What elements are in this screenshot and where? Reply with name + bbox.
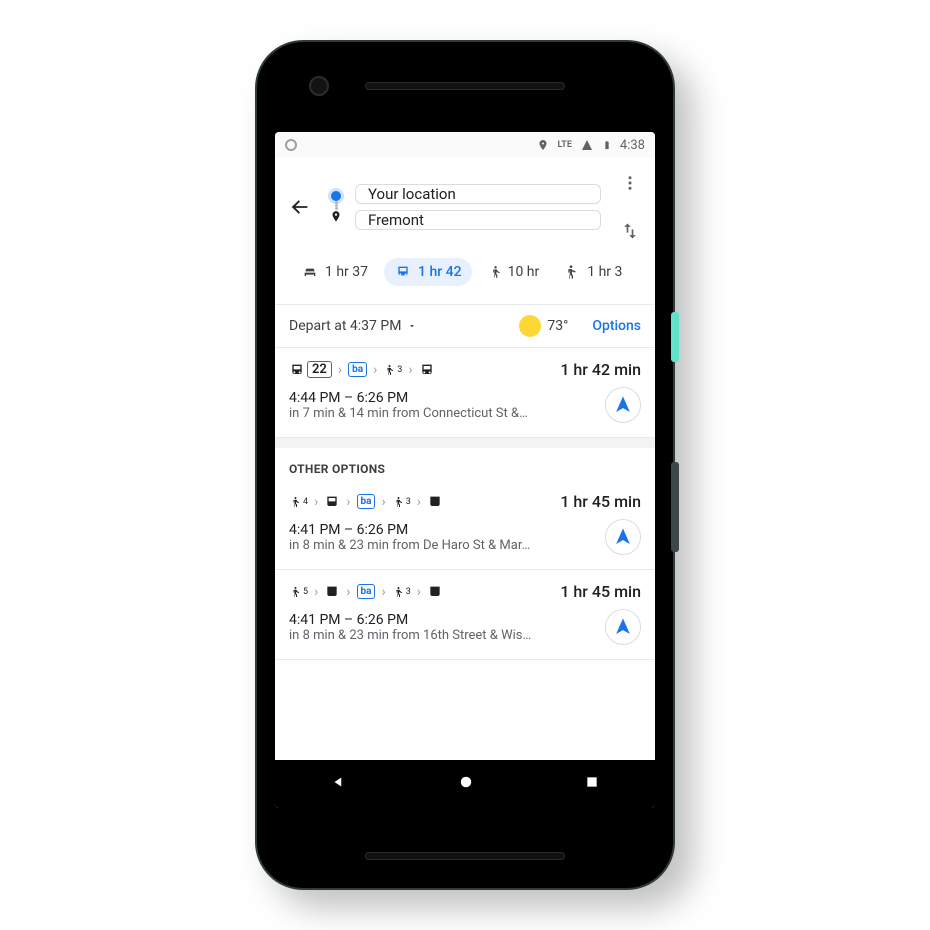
nav-home-button[interactable] — [457, 773, 475, 795]
route-detail: in 8 min & 23 min from 16th Street & Wis… — [289, 628, 595, 643]
nav-arrow-icon — [614, 396, 632, 414]
destination-field[interactable]: Fremont — [355, 210, 601, 230]
bus-icon — [427, 584, 443, 600]
walk-icon — [392, 584, 404, 600]
network-label: LTE — [557, 140, 571, 150]
more-button[interactable] — [613, 166, 647, 200]
tab-label: 1 hr 42 — [418, 264, 462, 280]
android-nav-bar — [275, 760, 655, 808]
route-times: 4:41 PM – 6:26 PM — [289, 612, 595, 628]
more-vert-icon — [621, 174, 639, 192]
start-nav-button[interactable] — [605, 387, 641, 423]
ride-icon — [565, 264, 581, 280]
route-detail: in 8 min & 23 min from De Haro St & Mar… — [289, 538, 595, 553]
back-arrow-icon — [289, 196, 311, 218]
temperature-text: 73° — [547, 318, 568, 334]
bus-number: 22 — [307, 361, 332, 378]
routes-list[interactable]: 22 › ba › 3 › 1 hr 42 min 4:44 PM – 6:26… — [275, 348, 655, 760]
nav-arrow-icon — [614, 528, 632, 546]
directions-header: Your location Fremont 1 hr 37 — [275, 158, 655, 304]
swap-button[interactable] — [613, 214, 647, 248]
route-times: 4:41 PM – 6:26 PM — [289, 522, 595, 538]
walk-icon — [488, 264, 502, 280]
car-icon — [301, 264, 319, 280]
tab-driving[interactable]: 1 hr 37 — [291, 258, 378, 286]
nav-back-button[interactable] — [330, 773, 348, 795]
bus-icon — [419, 362, 435, 378]
tab-label: 1 hr 3 — [587, 264, 622, 280]
dropdown-icon — [407, 321, 417, 331]
swap-icon — [620, 221, 640, 241]
walk-icon — [383, 362, 395, 378]
notification-dot-icon — [285, 139, 297, 151]
mode-tabs: 1 hr 37 1 hr 42 10 hr 1 hr 3 — [283, 248, 647, 298]
walk-icon — [289, 494, 301, 510]
route-card[interactable]: 5 › › ba › 3 › 1 hr 45 min 4:41 PM – 6:2… — [275, 570, 655, 660]
bart-icon: ba — [348, 362, 367, 377]
bus-icon — [289, 362, 305, 378]
battery-icon — [602, 138, 612, 152]
tab-label: 1 hr 37 — [325, 264, 368, 280]
bus-icon — [324, 494, 340, 510]
destination-pin-icon — [329, 210, 343, 224]
clock-text: 4:38 — [620, 138, 645, 153]
depart-label: Depart at 4:37 PM — [289, 318, 401, 334]
bart-icon: ba — [357, 584, 376, 599]
nav-arrow-icon — [614, 618, 632, 636]
tab-label: 10 hr — [508, 264, 540, 280]
route-times: 4:44 PM – 6:26 PM — [289, 390, 595, 406]
origin-dot-icon — [331, 191, 341, 201]
walk-icon — [289, 584, 301, 600]
signal-icon — [580, 139, 594, 151]
route-card[interactable]: 4 › › ba › 3 › 1 hr 45 min 4:41 PM – 6:2… — [275, 480, 655, 570]
app-screen: LTE 4:38 Your location F — [275, 132, 655, 808]
route-duration: 1 hr 42 min — [560, 360, 641, 379]
controls-row: Depart at 4:37 PM 73° Options — [275, 304, 655, 348]
weather-chip: 73° — [519, 315, 568, 337]
options-button[interactable]: Options — [592, 318, 641, 334]
origin-field[interactable]: Your location — [355, 184, 601, 204]
route-detail: in 7 min & 14 min from Connecticut St &… — [289, 406, 595, 421]
depart-time-selector[interactable]: Depart at 4:37 PM — [289, 318, 417, 334]
bus-icon — [324, 584, 340, 600]
nav-recent-button[interactable] — [584, 774, 600, 794]
bart-icon: ba — [357, 494, 376, 509]
tab-walking[interactable]: 10 hr — [478, 258, 550, 286]
sun-icon — [519, 315, 541, 337]
start-nav-button[interactable] — [605, 609, 641, 645]
start-nav-button[interactable] — [605, 519, 641, 555]
route-duration: 1 hr 45 min — [560, 582, 641, 601]
status-bar: LTE 4:38 — [275, 132, 655, 158]
transit-icon — [394, 264, 412, 280]
route-card[interactable]: 22 › ba › 3 › 1 hr 42 min 4:44 PM – 6:26… — [275, 348, 655, 438]
location-icon — [537, 138, 549, 152]
tab-ride[interactable]: 1 hr 3 — [555, 258, 632, 286]
other-options-header: OTHER OPTIONS — [275, 448, 655, 480]
tab-transit[interactable]: 1 hr 42 — [384, 258, 472, 286]
bus-icon — [427, 494, 443, 510]
back-button[interactable] — [283, 190, 317, 224]
walk-icon — [392, 494, 404, 510]
route-duration: 1 hr 45 min — [560, 492, 641, 511]
